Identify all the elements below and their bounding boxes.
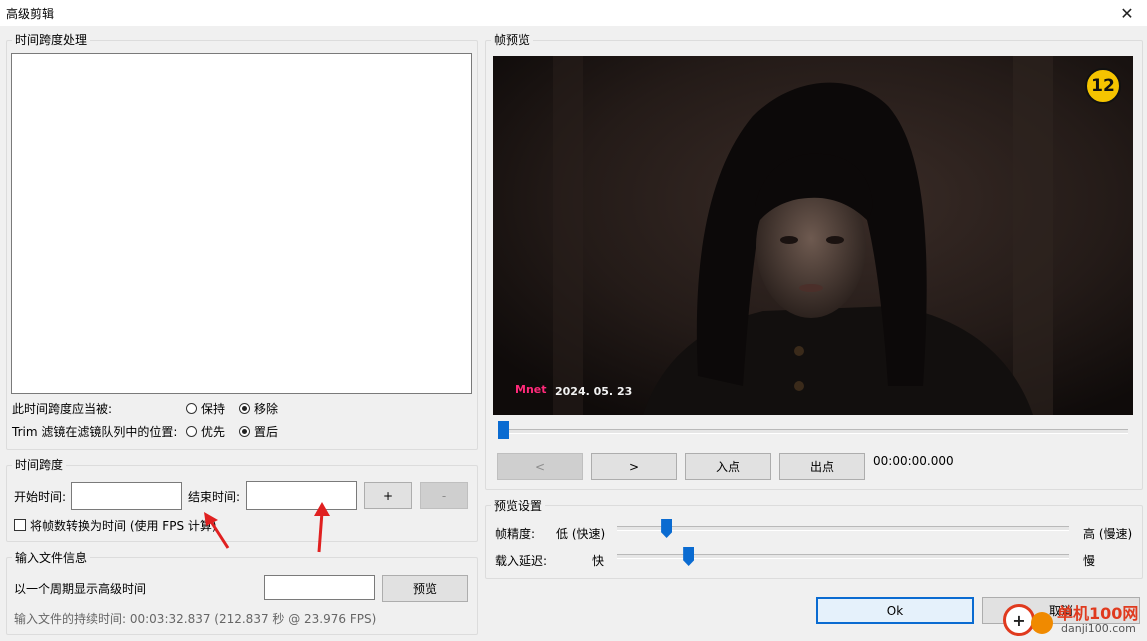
remove-range-button[interactable]: - <box>420 482 468 509</box>
watermark-orange-dot-icon <box>1031 612 1053 634</box>
time-range-legend: 时间跨度 <box>12 456 67 473</box>
remove-radio[interactable]: 移除 <box>239 400 278 417</box>
window-title: 高级剪辑 <box>6 7 55 21</box>
frame-precision-track[interactable] <box>617 526 1069 531</box>
ok-button[interactable]: Ok <box>816 597 974 624</box>
remove-radio-label: 移除 <box>254 402 279 416</box>
last-radio-label: 置后 <box>254 425 279 439</box>
convert-frames-label: 将帧数转换为时间 (使用 FPS 计算) <box>30 519 217 533</box>
periodic-time-label: 以一个周期显示高级时间 <box>14 582 147 596</box>
last-radio[interactable]: 置后 <box>239 423 278 440</box>
in-point-button[interactable]: 入点 <box>685 453 771 480</box>
keep-radio[interactable]: 保持 <box>186 400 225 417</box>
should-be-label: 此时间跨度应当被: <box>12 402 113 416</box>
channel-logo-text: Mnet <box>515 383 547 396</box>
date-overlay: 2024. 05. 23 <box>555 385 633 398</box>
preview-settings-group <box>485 505 1143 579</box>
add-range-button[interactable]: + <box>364 482 412 509</box>
keep-radio-dot <box>186 403 197 414</box>
rating-badge: 12 <box>1085 68 1121 104</box>
next-frame-button[interactable]: > <box>591 453 677 480</box>
remove-radio-dot <box>239 403 250 414</box>
frame-precision-label: 帧精度: <box>495 527 536 541</box>
out-point-button[interactable]: 出点 <box>779 453 865 480</box>
time-range-list[interactable] <box>11 53 472 394</box>
close-button[interactable]: ✕ <box>1107 0 1147 26</box>
last-radio-dot <box>239 426 250 437</box>
periodic-time-input[interactable] <box>264 575 375 600</box>
position-slider-thumb[interactable] <box>498 421 509 439</box>
first-radio-dot <box>186 426 197 437</box>
first-radio-label: 优先 <box>201 425 226 439</box>
time-range-processing-legend: 时间跨度处理 <box>12 31 91 48</box>
convert-frames-checkbox[interactable] <box>14 519 26 531</box>
video-frame-preview: 12 Mnet 2024. 05. 23 <box>493 56 1133 415</box>
timecode-display: 00:00:00.000 <box>873 454 954 468</box>
title-bar <box>0 0 1147 26</box>
keep-radio-label: 保持 <box>201 402 226 416</box>
input-info-legend: 输入文件信息 <box>12 549 91 566</box>
end-time-label: 结束时间: <box>188 490 241 504</box>
frame-precision-high-label: 高 (慢速) <box>1083 527 1133 541</box>
frame-preview-legend: 帧预览 <box>491 31 534 48</box>
watermark-text: 单机100网 <box>1057 604 1139 623</box>
watermark: + 单机100网 danji100.com <box>1003 598 1147 641</box>
preview-settings-legend: 预览设置 <box>491 497 546 514</box>
start-time-label: 开始时间: <box>14 490 67 504</box>
load-delay-slow-label: 慢 <box>1083 554 1096 568</box>
video-frame-image <box>493 56 1133 415</box>
load-delay-label: 载入延迟: <box>495 554 548 568</box>
first-radio[interactable]: 优先 <box>186 423 225 440</box>
frame-precision-low-label: 低 (快速) <box>556 527 606 541</box>
annotation-arrow-left <box>204 512 230 549</box>
watermark-url: danji100.com <box>1061 622 1136 635</box>
position-slider-track[interactable] <box>498 429 1128 434</box>
duration-text: 输入文件的持续时间: 00:03:32.837 (212.837 秒 @ 23.… <box>14 612 377 626</box>
end-time-input[interactable] <box>246 481 357 510</box>
close-icon: ✕ <box>1120 3 1134 23</box>
prev-frame-button[interactable]: < <box>497 453 583 480</box>
load-delay-fast-label: 快 <box>592 554 605 568</box>
trim-position-label: Trim 滤镜在滤镜队列中的位置: <box>12 425 178 439</box>
rating-badge-text: 12 <box>1091 76 1115 96</box>
start-time-input[interactable] <box>71 482 182 510</box>
annotation-arrow-right <box>314 502 330 553</box>
channel-logo: Mnet <box>515 383 547 396</box>
preview-button[interactable]: 预览 <box>382 575 468 602</box>
